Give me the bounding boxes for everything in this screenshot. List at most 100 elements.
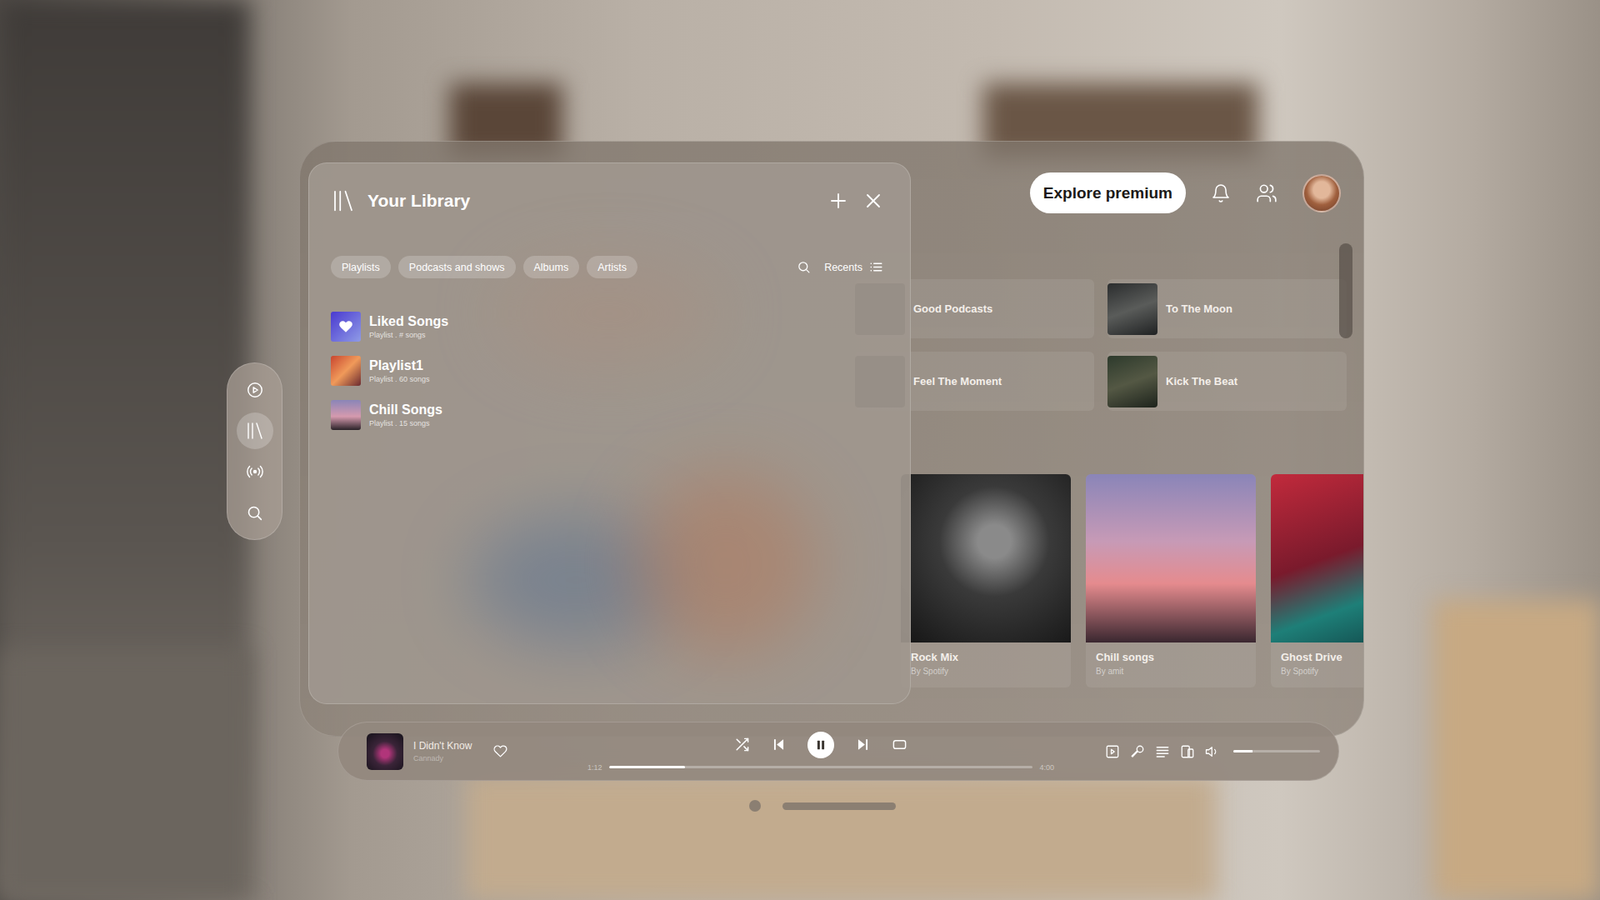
album-card[interactable]: Rock Mix By Spotify [900, 474, 1071, 688]
shortcut-thumbnail [1107, 283, 1158, 335]
album-card[interactable]: Ghost Drive By Spotify [1270, 474, 1365, 688]
next-button[interactable] [855, 736, 871, 753]
top-bar: Explore premium [855, 172, 1346, 214]
scrollbar[interactable] [1339, 243, 1353, 339]
play-pause-button[interactable] [807, 731, 835, 759]
shortcut-title: Kick The Beat [1165, 375, 1238, 388]
filter-chip[interactable]: Artists [586, 255, 638, 279]
list-icon [869, 260, 884, 275]
background-chair [1433, 600, 1600, 900]
filter-chip[interactable]: Albums [523, 255, 580, 279]
library-item[interactable]: Chill Songs Playlist . 15 songs [330, 395, 889, 435]
album-title: Chill songs [1095, 650, 1246, 664]
tab-bar-item[interactable] [236, 453, 274, 490]
now-playing-view-icon [1105, 744, 1120, 760]
devices-button[interactable] [1180, 744, 1195, 760]
tab-bar-item[interactable] [236, 494, 274, 531]
shortcut-card[interactable]: To The Moon [1107, 279, 1347, 339]
previous-icon [770, 736, 787, 753]
library-item-title: Playlist1 [369, 358, 430, 374]
shortcut-thumbnail [1107, 355, 1158, 408]
heart-icon [338, 319, 354, 335]
album-card[interactable]: Chill songs By amit [1085, 474, 1256, 688]
library-item-title: Liked Songs [369, 314, 449, 330]
friends-button[interactable] [1255, 182, 1278, 205]
library-item[interactable]: Liked Songs Playlist . # songs [330, 307, 889, 346]
window-grab-bar[interactable] [782, 802, 896, 810]
filter-chip[interactable]: Playlists [330, 255, 391, 279]
duration-time: 4:00 [1039, 763, 1055, 772]
tab-bar-item[interactable] [236, 412, 274, 450]
library-item[interactable]: Playlist1 Playlist . 60 songs [330, 351, 889, 390]
previous-button[interactable] [770, 736, 787, 753]
progress-row: 1:12 4:00 [587, 763, 1055, 772]
now-playing: I Didn't Know Cannady [366, 733, 588, 770]
notifications-button[interactable] [1210, 183, 1231, 204]
background-sofa [0, 650, 250, 900]
window-handle [749, 800, 896, 812]
devices-icon [1180, 744, 1195, 760]
library-item-subtitle: Playlist . # songs [369, 330, 449, 340]
shortcut-title: Feel The Moment [913, 375, 1002, 388]
broadcast-icon [245, 462, 265, 481]
explore-premium-button[interactable]: Explore premium [1030, 172, 1186, 214]
library-item-text: Liked Songs Playlist . # songs [369, 314, 449, 340]
player-bar: I Didn't Know Cannady 1:12 4:00 [337, 721, 1340, 781]
volume-fill [1233, 750, 1253, 753]
bell-icon [1210, 183, 1231, 204]
close-icon [863, 190, 884, 211]
shuffle-button[interactable] [734, 736, 750, 753]
filter-chip[interactable]: Podcasts and shows [398, 255, 516, 279]
library-item-subtitle: Playlist . 60 songs [369, 375, 430, 384]
track-title: I Didn't Know [413, 740, 472, 752]
repeat-button[interactable] [891, 736, 908, 753]
play-circle-icon [245, 380, 265, 400]
shortcut-card[interactable]: Kick The Beat [1107, 351, 1347, 411]
library-panel: Your Library Playlists Podcasts and shows… [308, 162, 911, 705]
friends-icon [1255, 182, 1278, 205]
library-item-title: Chill Songs [369, 402, 443, 418]
close-dot[interactable] [749, 800, 761, 812]
album-subtitle: By amit [1095, 666, 1246, 676]
track-cover [366, 733, 404, 770]
profile-avatar[interactable] [1302, 174, 1341, 213]
volume-slider[interactable] [1233, 750, 1320, 753]
sort-button[interactable]: Recents [824, 260, 884, 275]
shortcut-grid: Good Podcasts To The Moon Feel The Momen… [855, 279, 1346, 411]
library-item-subtitle: Playlist . 15 songs [369, 419, 443, 428]
background-room: Explore premium Good Podcasts To The Moo… [0, 0, 1600, 900]
add-button[interactable] [828, 190, 849, 211]
close-button[interactable] [863, 190, 884, 211]
extra-controls [1054, 744, 1320, 760]
search-icon [245, 504, 264, 522]
queue-icon [1155, 744, 1170, 760]
album-title: Ghost Drive [1280, 650, 1365, 664]
album-cover [1270, 474, 1365, 643]
queue-button[interactable] [1155, 744, 1170, 760]
liked-songs-thumbnail [330, 311, 361, 342]
plus-icon [828, 190, 849, 211]
track-info: I Didn't Know Cannady [413, 740, 472, 763]
next-icon [855, 736, 871, 753]
tab-bar-item[interactable] [236, 371, 274, 409]
library-search-button[interactable] [796, 260, 811, 275]
progress-fill [609, 765, 686, 769]
like-button[interactable] [493, 744, 508, 759]
album-caption: Ghost Drive By Spotify [1270, 642, 1365, 688]
library-item-text: Chill Songs Playlist . 15 songs [369, 402, 443, 428]
album-caption: Rock Mix By Spotify [900, 642, 1071, 688]
sort-control: Recents [796, 260, 889, 275]
album-subtitle: By Spotify [1280, 666, 1365, 676]
lyrics-button[interactable] [1130, 744, 1145, 760]
volume-button[interactable] [1205, 744, 1220, 760]
library-header: Your Library [330, 184, 889, 218]
background-table [466, 775, 1217, 900]
album-caption: Chill songs By amit [1085, 642, 1256, 688]
library-title: Your Library [367, 190, 470, 211]
elapsed-time: 1:12 [587, 763, 603, 772]
progress-bar[interactable] [609, 765, 1034, 769]
track-artist: Cannady [413, 754, 472, 763]
now-playing-view-button[interactable] [1105, 744, 1120, 760]
shortcut-title: Good Podcasts [913, 302, 993, 315]
album-title: Rock Mix [910, 650, 1061, 664]
